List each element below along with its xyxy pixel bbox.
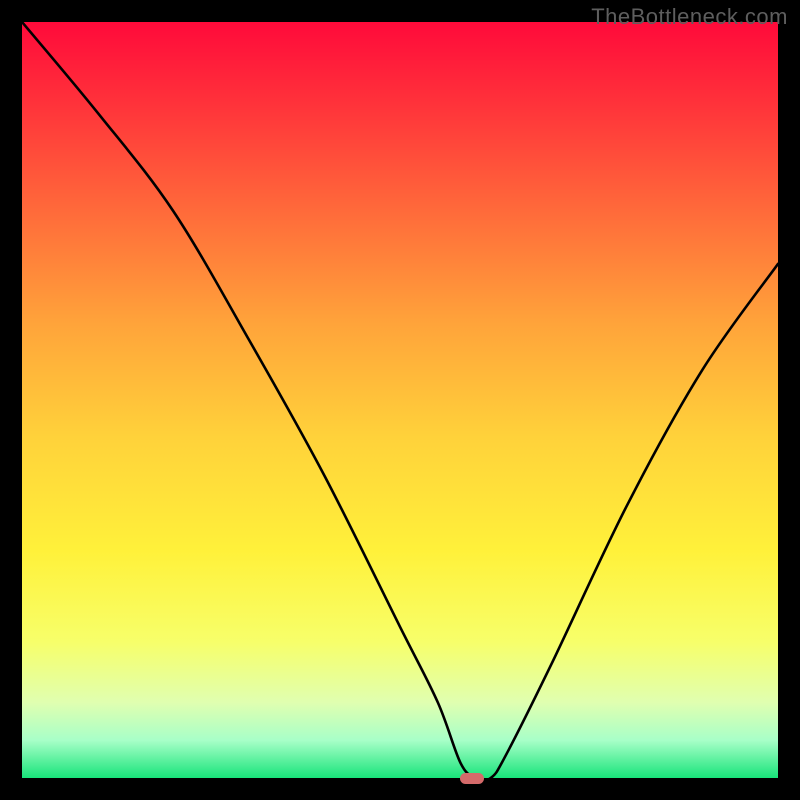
watermark-text: TheBottleneck.com xyxy=(591,4,788,30)
optimum-marker xyxy=(460,773,484,784)
chart-frame: TheBottleneck.com xyxy=(0,0,800,800)
plot-area xyxy=(22,22,778,778)
gradient-background xyxy=(22,22,778,778)
chart-svg xyxy=(22,22,778,778)
